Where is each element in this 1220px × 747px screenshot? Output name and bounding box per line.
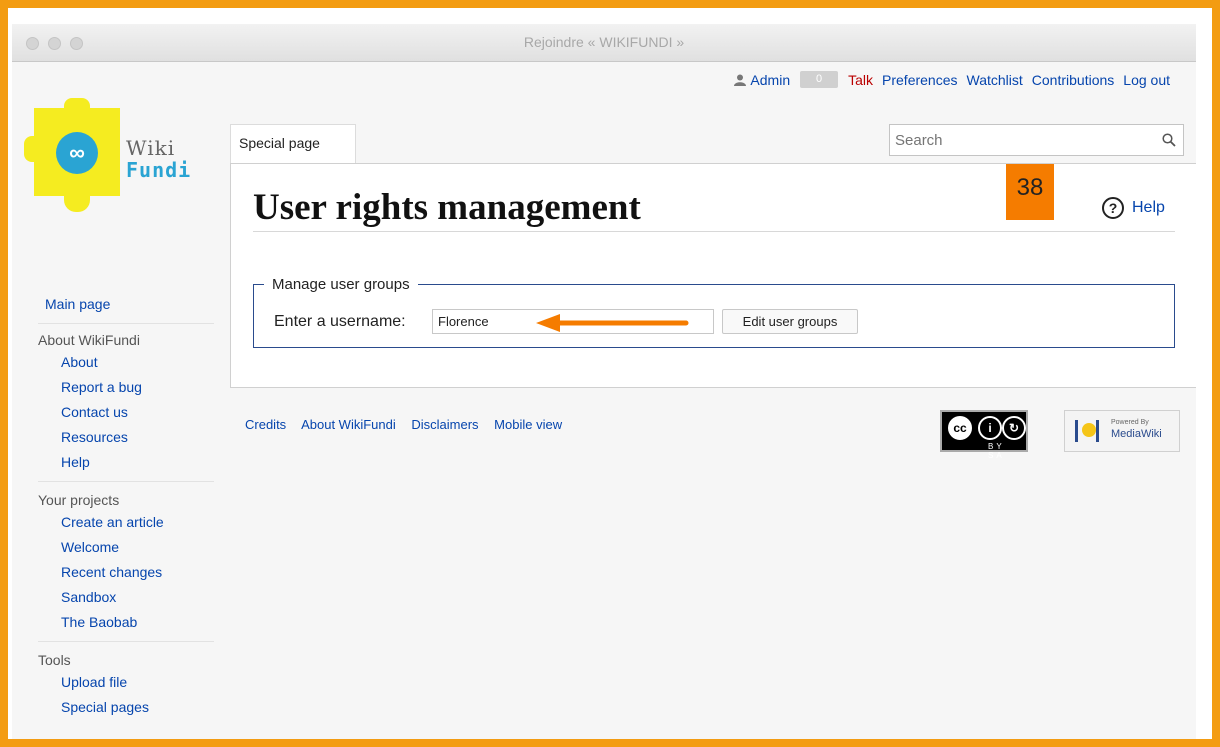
manage-user-groups-fieldset: Manage user groups Enter a username: Edi… xyxy=(253,276,1175,348)
sidebar-item-special-pages[interactable]: Special pages xyxy=(38,697,214,722)
cc-license-badge[interactable]: cc i ↻ BY SA xyxy=(940,410,1028,460)
search-box xyxy=(889,124,1184,156)
cc-icon: cc xyxy=(948,416,972,440)
sa-icon: ↻ xyxy=(1002,416,1026,440)
mediawiki-flower-icon xyxy=(1075,420,1099,442)
sidebar-item-recent-changes[interactable]: Recent changes xyxy=(38,562,214,587)
mediawiki-powered-text: Powered By xyxy=(1111,419,1149,426)
footer-disclaimers-link[interactable]: Disclaimers xyxy=(411,417,478,432)
sidebar-item-sandbox[interactable]: Sandbox xyxy=(38,587,214,612)
preferences-link[interactable]: Preferences xyxy=(882,72,957,88)
by-icon: i xyxy=(978,416,1002,440)
help-label: Help xyxy=(1132,199,1165,216)
sidebar: Main page About WikiFundi About Report a… xyxy=(38,294,214,734)
notification-badge[interactable]: 0 xyxy=(800,71,839,88)
main-content: User rights management 38 ? Help Manage … xyxy=(230,163,1196,388)
heading-divider xyxy=(253,231,1175,232)
sidebar-item-help[interactable]: Help xyxy=(38,452,214,477)
logo-text-wiki: Wiki xyxy=(126,136,176,160)
fieldset-legend: Manage user groups xyxy=(272,276,410,293)
sidebar-heading-tools: Tools xyxy=(38,652,71,668)
help-link[interactable]: ? Help xyxy=(1102,197,1165,219)
sidebar-item-main-page[interactable]: Main page xyxy=(38,294,214,324)
edit-user-groups-button[interactable]: Edit user groups xyxy=(722,309,858,334)
footer-credits-link[interactable]: Credits xyxy=(245,417,286,432)
sidebar-item-contact[interactable]: Contact us xyxy=(38,402,214,427)
watchlist-link[interactable]: Watchlist xyxy=(967,72,1023,88)
sidebar-item-resources[interactable]: Resources xyxy=(38,427,214,452)
logout-link[interactable]: Log out xyxy=(1123,72,1170,88)
help-icon: ? xyxy=(1102,197,1124,219)
user-icon xyxy=(734,74,747,86)
site-logo[interactable]: ∞ Wiki Fundi xyxy=(24,98,234,218)
contributions-link[interactable]: Contributions xyxy=(1032,72,1115,88)
window-title: Rejoindre « WIKIFUNDI » xyxy=(523,34,685,50)
window-body: Admin 0 Talk Preferences Watchlist Contr… xyxy=(12,62,1196,739)
sidebar-heading-projects: Your projects xyxy=(38,492,120,508)
mediawiki-name-text: MediaWiki xyxy=(1111,428,1162,440)
sidebar-section-about: About WikiFundi About Report a bug Conta… xyxy=(38,330,214,482)
footer-about-link[interactable]: About WikiFundi xyxy=(301,417,396,432)
cc-license-text: BY SA xyxy=(988,442,1005,460)
sidebar-item-baobab[interactable]: The Baobab xyxy=(38,612,214,637)
arrow-icon xyxy=(536,314,689,332)
footer-links: Credits About WikiFundi Disclaimers Mobi… xyxy=(245,417,574,432)
sidebar-heading-about: About WikiFundi xyxy=(38,332,140,348)
mediawiki-badge[interactable]: Powered By MediaWiki xyxy=(1064,410,1180,452)
sidebar-section-tools: Tools Upload file Special pages xyxy=(38,650,214,726)
page-title: User rights management xyxy=(253,187,641,228)
sidebar-item-upload-file[interactable]: Upload file xyxy=(38,672,214,697)
user-page-link[interactable]: Admin xyxy=(750,72,790,88)
sidebar-item-welcome[interactable]: Welcome xyxy=(38,537,214,562)
footer-mobile-view-link[interactable]: Mobile view xyxy=(494,417,562,432)
sidebar-item-about[interactable]: About xyxy=(38,352,214,377)
logo-text-fundi: Fundi xyxy=(126,158,192,182)
search-icon[interactable] xyxy=(1162,133,1176,147)
talk-link[interactable]: Talk xyxy=(848,72,873,88)
sidebar-item-report-bug[interactable]: Report a bug xyxy=(38,377,214,402)
search-input[interactable] xyxy=(890,125,1150,155)
window-titlebar: Rejoindre « WIKIFUNDI » xyxy=(12,24,1196,62)
sidebar-item-create-article[interactable]: Create an article xyxy=(38,512,214,537)
logo-symbol-icon: ∞ xyxy=(56,132,98,174)
username-label: Enter a username: xyxy=(274,313,406,330)
personal-tools: Admin 0 Talk Preferences Watchlist Contr… xyxy=(734,71,1170,88)
tab-special-page[interactable]: Special page xyxy=(230,124,356,164)
sidebar-section-projects: Your projects Create an article Welcome … xyxy=(38,490,214,642)
step-indicator-badge: 38 xyxy=(1006,164,1054,220)
